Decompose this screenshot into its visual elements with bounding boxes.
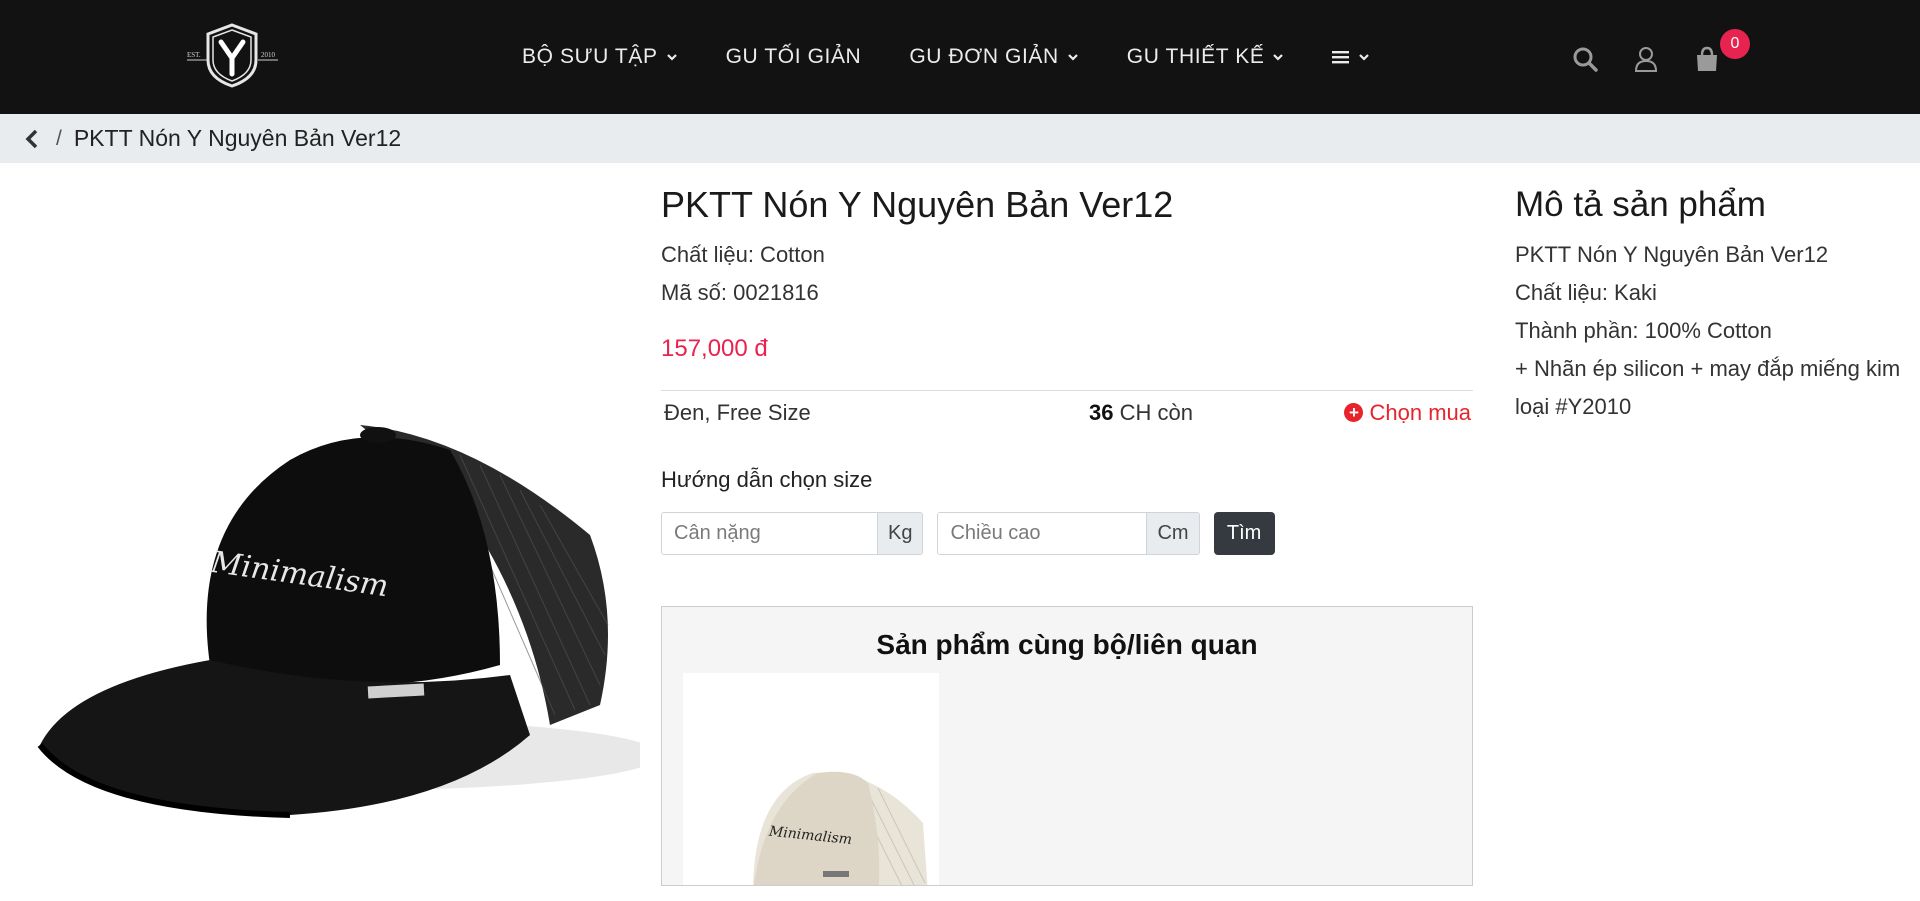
nav-label: GU ĐƠN GIẢN: [909, 45, 1059, 68]
product-price: 157,000 đ: [661, 335, 768, 362]
weight-unit: Kg: [877, 513, 923, 554]
height-unit: Cm: [1146, 513, 1199, 554]
related-products: Sản phẩm cùng bộ/liên quan Minimalism: [661, 606, 1473, 886]
product-info: PKTT Nón Y Nguyên Bản Ver12 Chất liệu: C…: [661, 180, 1473, 886]
site-header: EST. 2010 BỘ SƯU TẬP GU TỐI GIẢN GU ĐƠN …: [0, 0, 1920, 114]
main-nav: BỘ SƯU TẬP GU TỐI GIẢN GU ĐƠN GIẢN GU TH…: [522, 0, 1370, 114]
cart-count-badge: 0: [1720, 29, 1750, 59]
product-material: Chất liệu: Cotton: [661, 242, 825, 267]
chevron-down-icon: [666, 51, 678, 63]
nav-item-collections[interactable]: BỘ SƯU TẬP: [522, 45, 678, 69]
product-description: Mô tả sản phẩm PKTT Nón Y Nguyên Bản Ver…: [1515, 180, 1915, 426]
variant-row: Đen, Free Size 36 CH còn + Chọn mua: [661, 390, 1473, 434]
variant-stock: 36 CH còn: [1089, 400, 1193, 426]
plus-circle-icon: +: [1344, 403, 1364, 422]
stock-count: 36: [1089, 399, 1114, 425]
search-icon[interactable]: [1571, 45, 1599, 73]
hamburger-icon: [1332, 50, 1350, 64]
breadcrumb-separator: /: [56, 126, 62, 150]
breadcrumb: / PKTT Nón Y Nguyên Bản Ver12: [0, 114, 1920, 163]
user-icon[interactable]: [1632, 45, 1660, 73]
description-line: Thành phần: 100% Cotton: [1515, 318, 1772, 343]
nav-label: GU TỐI GIẢN: [725, 45, 862, 68]
stock-suffix: CH còn: [1119, 399, 1193, 425]
nav-label: GU THIẾT KẾ: [1126, 45, 1265, 68]
find-size-button[interactable]: Tìm: [1213, 512, 1275, 555]
related-product-image: Minimalism: [753, 771, 928, 885]
breadcrumb-current: PKTT Nón Y Nguyên Bản Ver12: [73, 125, 402, 151]
height-input-group: Cm: [937, 512, 1200, 555]
description-line: PKTT Nón Y Nguyên Bản Ver12: [1515, 242, 1829, 267]
product-title: PKTT Nón Y Nguyên Bản Ver12: [661, 184, 1174, 225]
product-image[interactable]: Minimalism: [30, 405, 660, 825]
nav-item-design[interactable]: GU THIẾT KẾ: [1127, 45, 1285, 69]
size-guide-form: Kg Cm Tìm: [661, 512, 1473, 555]
weight-input-group: Kg: [661, 512, 924, 555]
size-guide-title: Hướng dẫn chọn size: [661, 467, 873, 492]
description-line: Chất liệu: Kaki: [1515, 280, 1657, 305]
description-title: Mô tả sản phẩm: [1515, 185, 1766, 224]
variant-name: Đen, Free Size: [664, 399, 811, 425]
description-line: + Nhãn ép silicon + may đắp miếng kim: [1515, 356, 1901, 381]
chevron-down-icon: [1067, 51, 1079, 63]
shopping-bag-icon[interactable]: [1693, 45, 1721, 73]
site-logo[interactable]: EST. 2010: [185, 22, 280, 88]
chevron-down-icon: [1272, 51, 1284, 63]
nav-label: BỘ SƯU TẬP: [522, 45, 658, 68]
choose-buy-label: Chọn mua: [1369, 399, 1471, 425]
nav-item-minimal[interactable]: GU TỐI GIẢN: [726, 45, 862, 69]
logo-est-label: EST.: [187, 51, 201, 59]
height-input[interactable]: [938, 513, 1147, 554]
product-code: Mã số: 0021816: [661, 280, 819, 305]
choose-buy-button[interactable]: + Chọn mua: [1344, 400, 1471, 426]
weight-input[interactable]: [662, 513, 877, 554]
chevron-down-icon: [1358, 51, 1370, 63]
related-product-card[interactable]: Minimalism: [683, 673, 939, 885]
nav-item-simple[interactable]: GU ĐƠN GIẢN: [909, 45, 1078, 69]
nav-more-menu[interactable]: [1332, 50, 1370, 64]
description-line: loại #Y2010: [1515, 394, 1632, 419]
logo-year-label: 2010: [261, 51, 276, 59]
chevron-left-icon[interactable]: [24, 128, 40, 150]
related-title: Sản phẩm cùng bộ/liên quan: [876, 629, 1258, 660]
